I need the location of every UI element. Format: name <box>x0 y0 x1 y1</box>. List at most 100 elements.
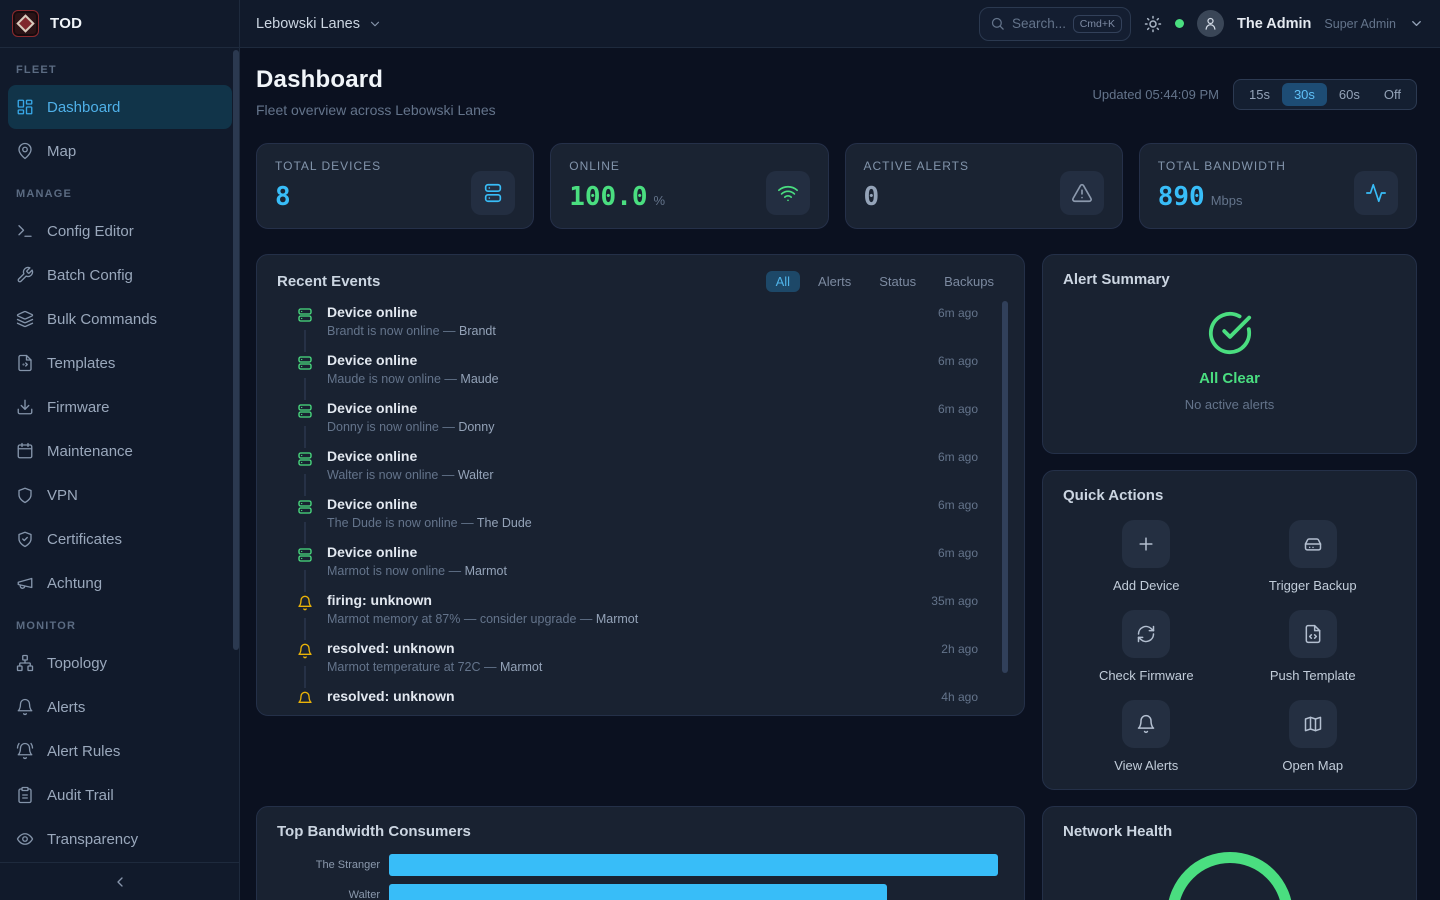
tab-alerts[interactable]: Alerts <box>808 271 861 292</box>
bell-icon <box>297 688 313 704</box>
tab-backups[interactable]: Backups <box>934 271 1004 292</box>
quick-action-add-device[interactable]: Add Device <box>1063 520 1230 593</box>
chevron-down-icon <box>368 17 382 31</box>
dashboard-grid-icon <box>16 98 34 116</box>
wifi-icon <box>766 171 810 215</box>
check-circle-icon <box>1207 310 1253 356</box>
quick-action-open-map[interactable]: Open Map <box>1230 700 1397 773</box>
main-content: Dashboard Fleet overview across Lebowski… <box>240 48 1440 900</box>
event-time: 6m ago <box>938 354 978 368</box>
file-icon <box>16 354 34 372</box>
event-row[interactable]: firing: unknown35m ago Marmot memory at … <box>277 592 1004 640</box>
sidebar-item-topology[interactable]: Topology <box>0 641 239 685</box>
alert-summary-panel: Alert Summary All Clear No active alerts <box>1042 254 1417 454</box>
event-row[interactable]: resolved: unknown4h ago <box>277 688 1004 704</box>
sidebar-item-achtung[interactable]: Achtung <box>0 561 239 605</box>
search-box[interactable]: Cmd+K <box>979 7 1131 41</box>
hard-drive-icon <box>1289 520 1337 568</box>
alert-summary-title: Alert Summary <box>1063 271 1396 288</box>
event-title: Device online <box>327 304 417 320</box>
event-row[interactable]: Device online6m ago Marmot is now online… <box>277 544 1004 592</box>
recent-events-panel: Recent Events All Alerts Status Backups … <box>256 254 1025 716</box>
map-pin-icon <box>16 142 34 160</box>
download-icon <box>16 398 34 416</box>
bandwidth-bar <box>389 854 998 876</box>
quick-action-view-alerts[interactable]: View Alerts <box>1063 700 1230 773</box>
event-title: Device online <box>327 496 417 512</box>
topbar: TOD Lebowski Lanes Cmd+K The Admin Super… <box>0 0 1440 48</box>
event-time: 6m ago <box>938 306 978 320</box>
sidebar-item-certificates[interactable]: Certificates <box>0 517 239 561</box>
bandwidth-device-label: Walter <box>277 889 389 900</box>
connection-status-dot <box>1175 19 1184 28</box>
network-health-panel: Network Health 100 <box>1042 806 1417 900</box>
quick-action-check-firmware[interactable]: Check Firmware <box>1063 610 1230 683</box>
stat-value: 0 <box>864 182 880 212</box>
event-subtitle: Marmot is now online — Marmot <box>327 564 1004 578</box>
stat-card-total-devices: TOTAL DEVICES 8 <box>256 143 534 229</box>
event-row[interactable]: Device online6m ago Walter is now online… <box>277 448 1004 496</box>
event-time: 6m ago <box>938 498 978 512</box>
server-icon <box>297 496 313 522</box>
fleet-selector[interactable]: Lebowski Lanes <box>256 16 382 32</box>
avatar[interactable] <box>1197 10 1224 37</box>
updated-timestamp: Updated 05:44:09 PM <box>1093 87 1219 102</box>
network-health-gauge: 100 <box>1167 852 1293 900</box>
quick-action-push-template[interactable]: Push Template <box>1230 610 1397 683</box>
user-role: Super Admin <box>1324 17 1396 31</box>
sidebar-item-config-editor[interactable]: Config Editor <box>0 209 239 253</box>
quick-actions-panel: Quick Actions Add Device Trigger Backup … <box>1042 470 1417 790</box>
event-title: Device online <box>327 448 417 464</box>
sidebar-item-dashboard[interactable]: Dashboard <box>8 85 232 129</box>
tod-logo-icon <box>12 10 39 37</box>
event-title: Device online <box>327 352 417 368</box>
events-scrollbar[interactable] <box>1002 301 1008 673</box>
sidebar-item-bulk-commands[interactable]: Bulk Commands <box>0 297 239 341</box>
sidebar-item-vpn[interactable]: VPN <box>0 473 239 517</box>
event-row[interactable]: Device online 6m ago Donny is now online … <box>277 400 1004 448</box>
event-title: resolved: unknown <box>327 640 455 656</box>
alert-status-text: All Clear <box>1199 370 1260 387</box>
sidebar-item-transparency[interactable]: Transparency <box>0 817 239 861</box>
sidebar-item-maintenance[interactable]: Maintenance <box>0 429 239 473</box>
page-title: Dashboard <box>256 66 496 94</box>
event-row[interactable]: resolved: unknown2h ago Marmot temperatu… <box>277 640 1004 688</box>
stat-value: 100.0 <box>569 182 647 212</box>
sidebar-collapse-button[interactable] <box>0 862 239 900</box>
bandwidth-bar <box>389 884 887 900</box>
sidebar-item-templates[interactable]: Templates <box>0 341 239 385</box>
event-title: Device online <box>327 400 417 416</box>
event-row[interactable]: Device online6m ago Brandt is now online… <box>277 304 1004 352</box>
refresh-option-off[interactable]: Off <box>1372 83 1413 106</box>
sidebar-item-firmware[interactable]: Firmware <box>0 385 239 429</box>
event-row[interactable]: Device online6m ago Maude is now online … <box>277 352 1004 400</box>
stat-value: 8 <box>275 182 291 212</box>
sidebar-item-map[interactable]: Map <box>0 129 239 173</box>
alert-detail-text: No active alerts <box>1185 397 1275 412</box>
server-icon <box>471 171 515 215</box>
map-icon <box>1289 700 1337 748</box>
file-code-icon <box>1289 610 1337 658</box>
theme-toggle-sun-icon[interactable] <box>1144 15 1162 33</box>
refresh-option-15s[interactable]: 15s <box>1237 83 1282 106</box>
tab-status[interactable]: Status <box>869 271 926 292</box>
alert-triangle-icon <box>1060 171 1104 215</box>
refresh-option-60s[interactable]: 60s <box>1327 83 1372 106</box>
sidebar-item-alert-rules[interactable]: Alert Rules <box>0 729 239 773</box>
quick-action-trigger-backup[interactable]: Trigger Backup <box>1230 520 1397 593</box>
tab-all[interactable]: All <box>766 271 800 292</box>
event-time: 6m ago <box>938 402 978 416</box>
user-menu-chevron-icon[interactable] <box>1409 16 1424 31</box>
sidebar-scrollbar[interactable] <box>233 50 239 650</box>
refresh-option-30s[interactable]: 30s <box>1282 83 1327 106</box>
sidebar-item-alerts[interactable]: Alerts <box>0 685 239 729</box>
events-list: Device online6m ago Brandt is now online… <box>277 304 1004 704</box>
event-subtitle: Donny is now online — Donny <box>327 420 1004 434</box>
search-input[interactable] <box>1012 16 1066 31</box>
sidebar-item-audit-trail[interactable]: Audit Trail <box>0 773 239 817</box>
event-row[interactable]: Device online6m ago The Dude is now onli… <box>277 496 1004 544</box>
event-title: firing: unknown <box>327 592 432 608</box>
event-time: 6m ago <box>938 546 978 560</box>
sidebar-item-batch-config[interactable]: Batch Config <box>0 253 239 297</box>
server-icon <box>297 544 313 570</box>
